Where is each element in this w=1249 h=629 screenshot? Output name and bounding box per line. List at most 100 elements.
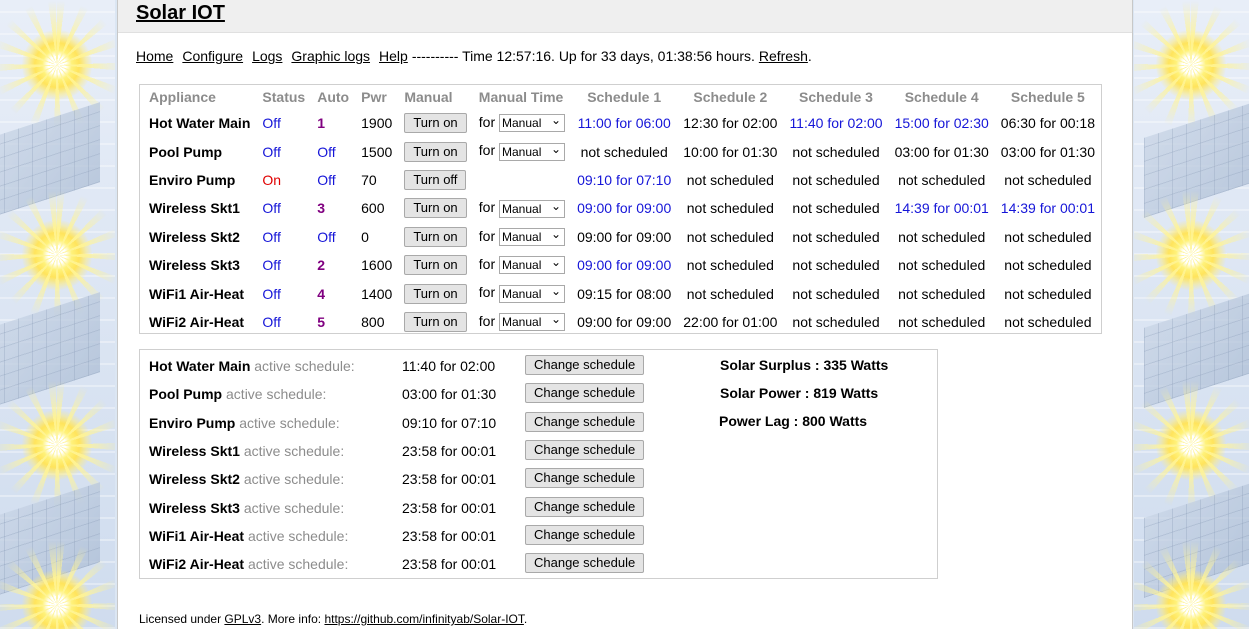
change-schedule-button[interactable]: Change schedule <box>525 439 645 460</box>
active-schedule-row: Hot Water Main active schedule: 11:40 for… <box>149 355 645 380</box>
active-appliance-name: Wireless Skt1 <box>149 442 240 459</box>
column-header: Status <box>262 89 306 105</box>
title-bar <box>118 0 1132 33</box>
appliance-power: 600 <box>361 200 385 217</box>
manual-time-select[interactable]: Manual <box>499 141 566 161</box>
appliance-name: Wireless Skt1 <box>149 200 240 217</box>
nav-help-link[interactable]: Help <box>379 48 408 64</box>
manual-time-select[interactable]: Manual <box>499 226 566 246</box>
nav-configure-link[interactable]: Configure <box>182 48 243 64</box>
page-title: Solar IOT <box>136 2 225 24</box>
active-appliance-name: Enviro Pump <box>149 414 236 431</box>
toggle-power-button[interactable]: Turn on <box>404 255 467 276</box>
active-appliance-name: Wireless Skt2 <box>149 471 240 488</box>
toggle-power-button[interactable]: Turn on <box>404 113 467 134</box>
schedule-cell: 03:00 for 01:30 <box>1000 143 1095 160</box>
manual-time-cell: for Manual <box>473 194 571 222</box>
toggle-power-button[interactable]: Turn on <box>404 198 467 219</box>
sun-decoration <box>22 410 92 480</box>
manual-time-cell: for Manual <box>473 109 571 137</box>
schedule-cell: not scheduled <box>1004 313 1092 330</box>
appliance-power: 800 <box>361 313 385 330</box>
appliance-auto: 4 <box>317 285 326 302</box>
appliance-power: 1600 <box>361 257 393 274</box>
toggle-power-button[interactable]: Turn on <box>404 283 467 304</box>
schedule-cell: not scheduled <box>792 257 880 274</box>
active-schedule-label: active schedule: <box>247 527 349 544</box>
manual-time-select[interactable]: Manual <box>499 283 566 303</box>
manual-time-select-value: Manual <box>502 258 542 273</box>
table-row: Pool Pump Off Off 1500 Turn on for Manual not … <box>143 137 1101 165</box>
appliance-name: Pool Pump <box>149 143 223 160</box>
change-schedule-button[interactable]: Change schedule <box>525 553 645 574</box>
schedule-cell: 09:00 for 09:00 <box>577 200 672 217</box>
column-header: Schedule 5 <box>1010 89 1085 105</box>
schedule-cell: 06:30 for 00:18 <box>1000 115 1095 132</box>
schedule-cell: 09:10 for 07:10 <box>577 171 672 188</box>
license-link[interactable]: GPLv3 <box>224 612 261 626</box>
active-appliance-name: Pool Pump <box>149 386 223 403</box>
background-right <box>1134 0 1249 629</box>
toggle-power-button[interactable]: Turn off <box>404 169 467 190</box>
schedule-cell: not scheduled <box>898 171 986 188</box>
active-schedule-box: Solar Surplus : 335 Watts Solar Power : … <box>139 349 938 579</box>
power-lag-readout: Power Lag : 800 Watts <box>719 413 868 429</box>
manual-time-prefix: for <box>478 227 496 244</box>
active-schedule-row: Enviro Pump active schedule: 09:10 for 07… <box>149 411 645 437</box>
column-header: Schedule 3 <box>799 89 873 105</box>
change-schedule-button[interactable]: Change schedule <box>525 383 645 404</box>
table-row: Wireless Skt2 Off Off 0 Turn on for Manual 09:… <box>143 223 1101 251</box>
page-container: Solar IOT Home Configure Logs Graphic logs H… <box>117 0 1133 629</box>
manual-time-prefix: for <box>478 142 496 159</box>
change-schedule-button[interactable]: Change schedule <box>525 468 645 489</box>
nav-graphic-logs-link[interactable]: Graphic logs <box>291 48 370 64</box>
uptime-status: ---------- Time 12:57:16. Up for 33 days… <box>411 48 755 64</box>
change-schedule-button[interactable]: Change schedule <box>525 524 645 545</box>
appliance-status: Off <box>262 115 281 132</box>
manual-time-select[interactable]: Manual <box>499 311 566 332</box>
solar-surplus-readout: Solar Surplus : 335 Watts <box>720 357 889 373</box>
schedule-cell: not scheduled <box>898 285 986 302</box>
sun-decoration <box>1156 410 1226 480</box>
sun-decoration <box>1156 30 1226 100</box>
manual-time-select[interactable]: Manual <box>499 254 566 275</box>
table-row: Enviro Pump On Off 70 Turn off 09:10 for 07:1… <box>143 166 1101 194</box>
nav-home-link[interactable]: Home <box>136 48 173 64</box>
toggle-power-button[interactable]: Turn on <box>404 226 467 247</box>
refresh-link[interactable]: Refresh <box>759 48 808 64</box>
change-schedule-button[interactable]: Change schedule <box>525 355 645 375</box>
sun-decoration <box>22 30 92 100</box>
toggle-power-button[interactable]: Turn on <box>404 141 467 162</box>
manual-time-select[interactable]: Manual <box>499 112 566 133</box>
column-header: Appliance <box>149 89 216 105</box>
toggle-power-button[interactable]: Turn on <box>404 311 467 332</box>
appliance-auto: 5 <box>317 313 326 330</box>
change-schedule-button[interactable]: Change schedule <box>525 411 645 432</box>
appliance-auto: 1 <box>317 115 326 132</box>
manual-cell: Turn on <box>398 251 472 279</box>
schedule-cell: 12:30 for 02:00 <box>683 115 778 132</box>
active-schedule-time: 23:58 for 00:01 <box>402 471 497 488</box>
schedule-cell: 03:00 for 01:30 <box>894 143 989 160</box>
column-header: Schedule 1 <box>587 89 662 105</box>
column-header: Schedule 4 <box>904 89 979 105</box>
schedule-cell: 14:39 for 00:01 <box>1000 200 1095 217</box>
appliance-power: 0 <box>361 228 369 245</box>
appliance-status: Off <box>262 313 281 330</box>
schedule-cell: not scheduled <box>898 228 986 245</box>
manual-time-prefix: for <box>478 256 496 272</box>
github-link[interactable]: https://github.com/infinityab/Solar-IOT <box>324 612 523 626</box>
manual-time-select-value: Manual <box>502 229 542 244</box>
active-schedule-row: Wireless Skt1 active schedule: 23:58 for … <box>149 439 645 465</box>
nav-logs-link[interactable]: Logs <box>252 48 282 64</box>
appliance-power: 1400 <box>361 285 393 302</box>
column-header: Manual Time <box>478 89 564 105</box>
manual-time-select-value: Manual <box>502 201 542 216</box>
appliance-status: Off <box>262 143 281 160</box>
appliance-status: Off <box>262 228 281 245</box>
column-header: Manual <box>404 89 453 105</box>
footer: Licensed under GPLv3. More info: https:/… <box>139 612 527 626</box>
manual-cell: Turn on <box>398 194 472 222</box>
manual-time-select[interactable]: Manual <box>499 198 566 218</box>
change-schedule-button[interactable]: Change schedule <box>525 496 645 517</box>
